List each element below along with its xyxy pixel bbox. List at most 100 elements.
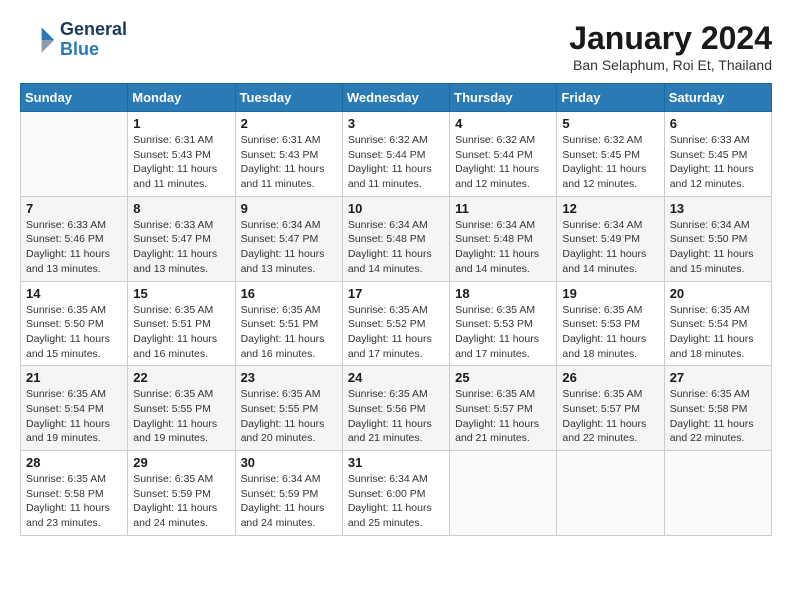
calendar-week-row: 21 Sunrise: 6:35 AM Sunset: 5:54 PM Dayli… (21, 366, 772, 451)
day-info: Sunrise: 6:34 AM Sunset: 5:47 PM Dayligh… (241, 218, 337, 277)
weekday-header: Saturday (664, 84, 771, 112)
calendar-cell: 25 Sunrise: 6:35 AM Sunset: 5:57 PM Dayli… (450, 366, 557, 451)
day-number: 26 (562, 370, 658, 385)
day-number: 7 (26, 201, 122, 216)
day-number: 24 (348, 370, 444, 385)
location-title: Ban Selaphum, Roi Et, Thailand (569, 57, 772, 73)
day-info: Sunrise: 6:35 AM Sunset: 5:57 PM Dayligh… (562, 387, 658, 446)
day-number: 27 (670, 370, 766, 385)
day-info: Sunrise: 6:35 AM Sunset: 5:58 PM Dayligh… (26, 472, 122, 531)
day-number: 4 (455, 116, 551, 131)
day-number: 2 (241, 116, 337, 131)
calendar-cell: 7 Sunrise: 6:33 AM Sunset: 5:46 PM Daylig… (21, 196, 128, 281)
calendar-cell: 11Sunrise: 6:34 AM Sunset: 5:48 PM Dayli… (450, 196, 557, 281)
day-number: 20 (670, 286, 766, 301)
day-info: Sunrise: 6:32 AM Sunset: 5:44 PM Dayligh… (455, 133, 551, 192)
weekday-header: Monday (128, 84, 235, 112)
day-info: Sunrise: 6:33 AM Sunset: 5:47 PM Dayligh… (133, 218, 229, 277)
logo-icon (20, 22, 56, 58)
calendar-week-row: 14Sunrise: 6:35 AM Sunset: 5:50 PM Dayli… (21, 281, 772, 366)
day-info: Sunrise: 6:35 AM Sunset: 5:53 PM Dayligh… (562, 303, 658, 362)
calendar-cell: 10 Sunrise: 6:34 AM Sunset: 5:48 PM Dayli… (342, 196, 449, 281)
day-number: 10 (348, 201, 444, 216)
calendar-cell: 20 Sunrise: 6:35 AM Sunset: 5:54 PM Dayli… (664, 281, 771, 366)
calendar-cell: 24 Sunrise: 6:35 AM Sunset: 5:56 PM Dayli… (342, 366, 449, 451)
day-info: Sunrise: 6:35 AM Sunset: 5:55 PM Dayligh… (133, 387, 229, 446)
calendar-cell: 6 Sunrise: 6:33 AM Sunset: 5:45 PM Daylig… (664, 112, 771, 197)
day-info: Sunrise: 6:35 AM Sunset: 5:57 PM Dayligh… (455, 387, 551, 446)
day-number: 18 (455, 286, 551, 301)
day-info: Sunrise: 6:34 AM Sunset: 5:48 PM Dayligh… (455, 218, 551, 277)
page-header: General Blue January 2024 Ban Selaphum, … (20, 20, 772, 73)
weekday-header: Tuesday (235, 84, 342, 112)
day-info: Sunrise: 6:34 AM Sunset: 5:50 PM Dayligh… (670, 218, 766, 277)
day-number: 22 (133, 370, 229, 385)
calendar-cell: 9 Sunrise: 6:34 AM Sunset: 5:47 PM Daylig… (235, 196, 342, 281)
day-info: Sunrise: 6:35 AM Sunset: 5:54 PM Dayligh… (670, 303, 766, 362)
calendar-cell (664, 451, 771, 536)
day-number: 3 (348, 116, 444, 131)
calendar-cell: 16Sunrise: 6:35 AM Sunset: 5:51 PM Dayli… (235, 281, 342, 366)
day-number: 16 (241, 286, 337, 301)
weekday-header: Wednesday (342, 84, 449, 112)
day-number: 30 (241, 455, 337, 470)
day-info: Sunrise: 6:32 AM Sunset: 5:44 PM Dayligh… (348, 133, 444, 192)
calendar-cell (557, 451, 664, 536)
title-block: January 2024 Ban Selaphum, Roi Et, Thail… (569, 20, 772, 73)
day-number: 6 (670, 116, 766, 131)
day-info: Sunrise: 6:35 AM Sunset: 5:59 PM Dayligh… (133, 472, 229, 531)
calendar-cell: 30Sunrise: 6:34 AM Sunset: 5:59 PM Dayli… (235, 451, 342, 536)
day-info: Sunrise: 6:35 AM Sunset: 5:54 PM Dayligh… (26, 387, 122, 446)
day-info: Sunrise: 6:33 AM Sunset: 5:46 PM Dayligh… (26, 218, 122, 277)
day-info: Sunrise: 6:35 AM Sunset: 5:55 PM Dayligh… (241, 387, 337, 446)
day-info: Sunrise: 6:35 AM Sunset: 5:58 PM Dayligh… (670, 387, 766, 446)
calendar-cell: 12 Sunrise: 6:34 AM Sunset: 5:49 PM Dayli… (557, 196, 664, 281)
calendar-cell: 13Sunrise: 6:34 AM Sunset: 5:50 PM Dayli… (664, 196, 771, 281)
day-number: 17 (348, 286, 444, 301)
calendar-cell: 31Sunrise: 6:34 AM Sunset: 6:00 PM Dayli… (342, 451, 449, 536)
day-number: 9 (241, 201, 337, 216)
day-number: 15 (133, 286, 229, 301)
day-number: 8 (133, 201, 229, 216)
calendar-cell: 2Sunrise: 6:31 AM Sunset: 5:43 PM Daylig… (235, 112, 342, 197)
day-info: Sunrise: 6:31 AM Sunset: 5:43 PM Dayligh… (133, 133, 229, 192)
calendar-cell: 28 Sunrise: 6:35 AM Sunset: 5:58 PM Dayli… (21, 451, 128, 536)
day-info: Sunrise: 6:33 AM Sunset: 5:45 PM Dayligh… (670, 133, 766, 192)
calendar-cell: 29Sunrise: 6:35 AM Sunset: 5:59 PM Dayli… (128, 451, 235, 536)
day-info: Sunrise: 6:32 AM Sunset: 5:45 PM Dayligh… (562, 133, 658, 192)
calendar-cell: 27 Sunrise: 6:35 AM Sunset: 5:58 PM Dayli… (664, 366, 771, 451)
day-info: Sunrise: 6:34 AM Sunset: 5:49 PM Dayligh… (562, 218, 658, 277)
calendar-cell: 8 Sunrise: 6:33 AM Sunset: 5:47 PM Daylig… (128, 196, 235, 281)
day-number: 23 (241, 370, 337, 385)
calendar-cell: 21 Sunrise: 6:35 AM Sunset: 5:54 PM Dayli… (21, 366, 128, 451)
calendar-cell: 3 Sunrise: 6:32 AM Sunset: 5:44 PM Daylig… (342, 112, 449, 197)
calendar-cell: 19 Sunrise: 6:35 AM Sunset: 5:53 PM Dayli… (557, 281, 664, 366)
day-info: Sunrise: 6:35 AM Sunset: 5:53 PM Dayligh… (455, 303, 551, 362)
calendar-cell (450, 451, 557, 536)
day-info: Sunrise: 6:35 AM Sunset: 5:50 PM Dayligh… (26, 303, 122, 362)
day-number: 19 (562, 286, 658, 301)
calendar-table: SundayMondayTuesdayWednesdayThursdayFrid… (20, 83, 772, 536)
day-number: 25 (455, 370, 551, 385)
calendar-cell: 4 Sunrise: 6:32 AM Sunset: 5:44 PM Daylig… (450, 112, 557, 197)
day-info: Sunrise: 6:35 AM Sunset: 5:51 PM Dayligh… (133, 303, 229, 362)
calendar-cell: 26 Sunrise: 6:35 AM Sunset: 5:57 PM Dayli… (557, 366, 664, 451)
day-number: 12 (562, 201, 658, 216)
calendar-cell: 14Sunrise: 6:35 AM Sunset: 5:50 PM Dayli… (21, 281, 128, 366)
day-number: 1 (133, 116, 229, 131)
calendar-week-row: 28 Sunrise: 6:35 AM Sunset: 5:58 PM Dayli… (21, 451, 772, 536)
calendar-cell: 23 Sunrise: 6:35 AM Sunset: 5:55 PM Dayli… (235, 366, 342, 451)
weekday-header: Friday (557, 84, 664, 112)
calendar-week-row: 1 Sunrise: 6:31 AM Sunset: 5:43 PM Daylig… (21, 112, 772, 197)
calendar-cell: 22 Sunrise: 6:35 AM Sunset: 5:55 PM Dayli… (128, 366, 235, 451)
weekday-header: Sunday (21, 84, 128, 112)
day-number: 28 (26, 455, 122, 470)
day-number: 21 (26, 370, 122, 385)
calendar-header: SundayMondayTuesdayWednesdayThursdayFrid… (21, 84, 772, 112)
calendar-cell: 1 Sunrise: 6:31 AM Sunset: 5:43 PM Daylig… (128, 112, 235, 197)
logo: General Blue (20, 20, 127, 60)
day-info: Sunrise: 6:34 AM Sunset: 5:48 PM Dayligh… (348, 218, 444, 277)
day-info: Sunrise: 6:35 AM Sunset: 5:52 PM Dayligh… (348, 303, 444, 362)
day-info: Sunrise: 6:35 AM Sunset: 5:56 PM Dayligh… (348, 387, 444, 446)
day-info: Sunrise: 6:34 AM Sunset: 6:00 PM Dayligh… (348, 472, 444, 531)
